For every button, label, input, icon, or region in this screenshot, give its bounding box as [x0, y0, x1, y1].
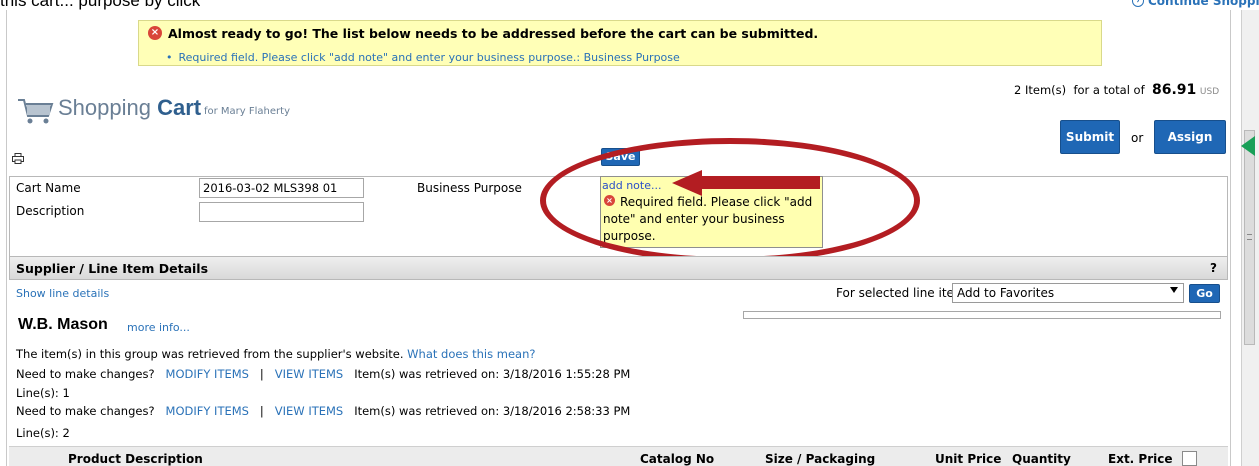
error-icon: × — [148, 26, 162, 40]
annotation-arrow-icon — [672, 170, 702, 196]
modify-items-link[interactable]: MODIFY ITEMS — [166, 404, 249, 418]
column-size-packaging[interactable]: Size / Packaging — [765, 452, 875, 466]
column-quantity[interactable]: Quantity — [1012, 452, 1071, 466]
supplier-section-title: Supplier / Line Item Details — [16, 261, 209, 276]
annotation-arrow-body — [700, 176, 820, 189]
description-label: Description — [16, 204, 85, 218]
continue-shopping-link[interactable]: › Continue Shopping — [1132, 0, 1259, 16]
view-items-link[interactable]: VIEW ITEMS — [275, 404, 343, 418]
error-item-text: Required field. Please click "add note" … — [178, 51, 680, 64]
modify-items-link[interactable]: MODIFY ITEMS — [166, 367, 249, 381]
more-info-link[interactable]: more info... — [127, 321, 190, 334]
column-unit-price[interactable]: Unit Price — [935, 452, 1001, 466]
line-numbers: Line(s): 2 — [16, 426, 70, 440]
retrieved-timestamp: Item(s) was retrieved on: 3/18/2016 1:55… — [354, 367, 631, 381]
error-title: Almost ready to go! The list below needs… — [168, 26, 819, 41]
business-purpose-label: Business Purpose — [417, 181, 522, 195]
column-catalog-no[interactable]: Catalog No — [640, 452, 714, 466]
column-ext-price[interactable]: Ext. Price — [1108, 452, 1173, 466]
green-pointer-arrow — [1241, 136, 1255, 156]
error-item[interactable]: • Required field. Please click "add note"… — [166, 51, 680, 64]
bullet-icon: • — [166, 51, 173, 64]
item-group-row: Need to make changes? MODIFY ITEMS | VIE… — [16, 404, 631, 418]
total-amount: 86.91 — [1151, 82, 1197, 98]
supplier-name: W.B. Mason — [18, 316, 108, 333]
column-product-description[interactable]: Product Description — [68, 452, 203, 466]
description-input[interactable] — [199, 202, 364, 222]
cart-name-input[interactable] — [199, 178, 364, 198]
cart-total-summary: 2 Item(s) for a total of 86.91 USD — [1014, 82, 1219, 98]
item-group-row: Need to make changes? MODIFY ITEMS | VIE… — [16, 367, 631, 381]
page-right-border — [1230, 10, 1231, 466]
help-icon[interactable]: ? — [1210, 261, 1217, 275]
chevron-down-icon — [1170, 287, 1178, 293]
go-button[interactable]: Go — [1189, 284, 1220, 303]
retrieved-timestamp: Item(s) was retrieved on: 3/18/2016 2:58… — [354, 404, 631, 418]
cart-owner: for Mary Flaherty — [204, 106, 290, 117]
show-line-details-link[interactable]: Show line details — [16, 287, 109, 300]
line-item-action-select[interactable]: Add to Favorites — [952, 283, 1184, 303]
view-items-link[interactable]: VIEW ITEMS — [275, 367, 343, 381]
print-icon[interactable] — [12, 153, 24, 164]
submit-button[interactable]: Submit — [1060, 120, 1120, 154]
item-count: 2 Item(s) — [1014, 83, 1067, 97]
top-caption: this cart... purpose by clicking add not… — [0, 0, 200, 10]
line-numbers: Line(s): 1 — [16, 386, 70, 400]
retrieved-note: The item(s) in this group was retrieved … — [16, 347, 536, 361]
page-left-border — [6, 10, 7, 466]
continue-shopping-label: Continue Shopping — [1148, 0, 1259, 8]
or-separator: or — [1131, 131, 1144, 145]
select-all-checkbox[interactable] — [1182, 451, 1197, 466]
scrollbar-grip-icon — [1247, 234, 1252, 240]
assign-cart-button[interactable]: Assign Cart — [1154, 120, 1226, 176]
cart-name-label: Cart Name — [16, 181, 81, 195]
what-does-this-mean-link[interactable]: What does this mean? — [407, 347, 535, 361]
progress-bar — [743, 311, 1221, 319]
page-title: Shopping Cart — [58, 95, 202, 120]
shopping-cart-icon — [18, 99, 54, 124]
annotation-circle — [540, 138, 920, 263]
total-label: for a total of — [1073, 83, 1145, 97]
arrow-circle-icon: › — [1132, 0, 1144, 7]
currency: USD — [1199, 87, 1220, 97]
